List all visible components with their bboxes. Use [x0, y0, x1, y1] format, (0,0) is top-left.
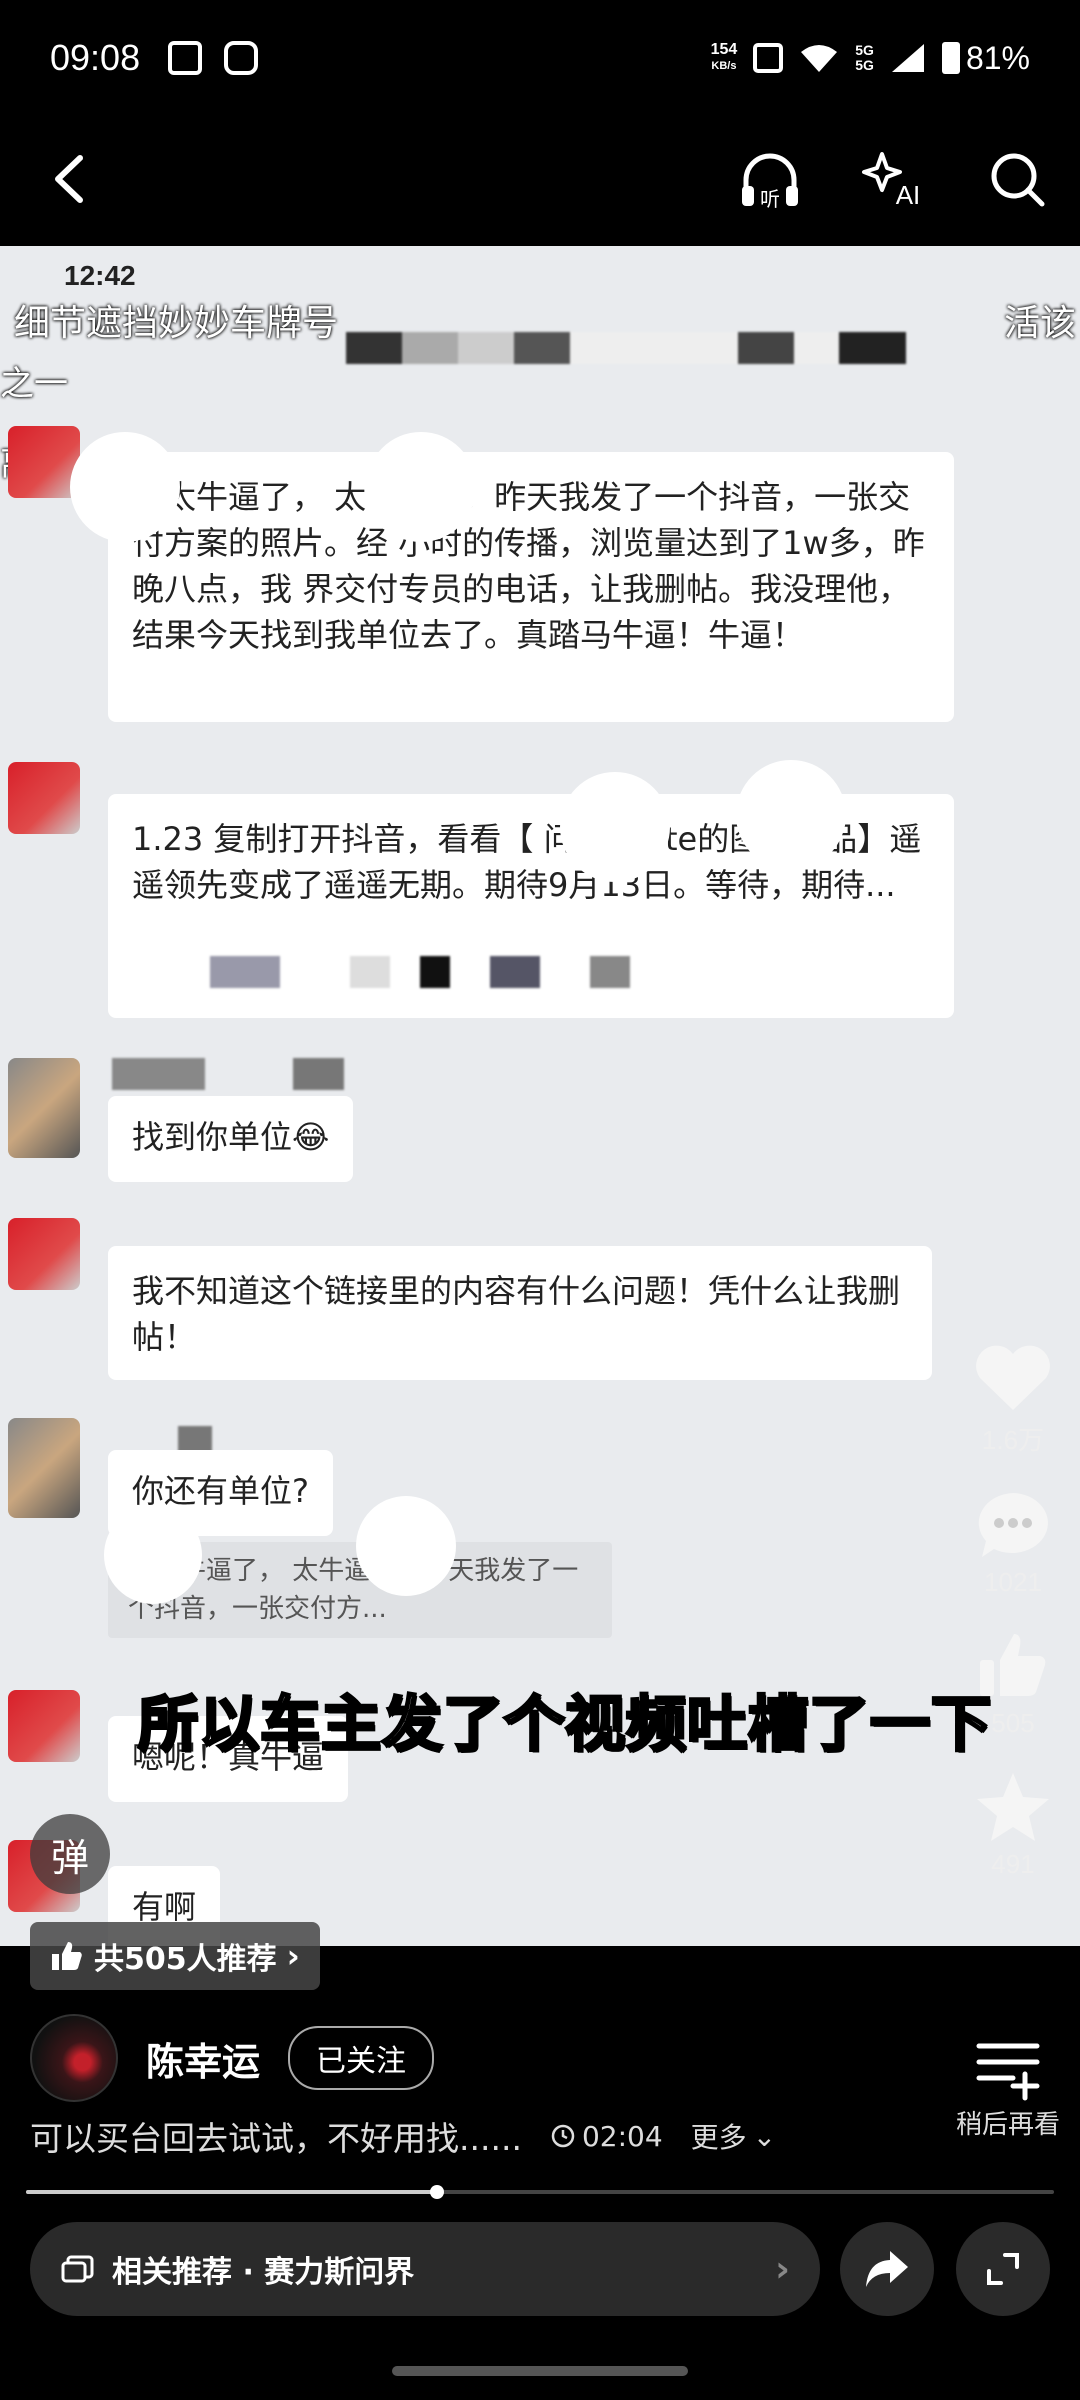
chat-message: 我不知道这个链接里的内容有什么问题！凭什么让我删帖！ — [108, 1246, 932, 1380]
recommend-count-chip[interactable]: 共505人推荐 › — [30, 1922, 320, 1990]
message-notification-icon — [168, 41, 203, 75]
author-name[interactable]: 陈幸运 — [146, 2031, 260, 2086]
chat-message: 找到你单位😂 — [108, 1096, 354, 1182]
avatar — [8, 1058, 80, 1158]
watch-later-label: 稍后再看 — [955, 2110, 1060, 2140]
progress-handle[interactable] — [430, 2185, 445, 2199]
blur-mask — [366, 432, 476, 542]
phone-sync-icon — [224, 41, 259, 75]
favorite-button[interactable]: 491 — [972, 1769, 1054, 1880]
svg-text:AI: AI — [896, 180, 921, 210]
fullscreen-button[interactable] — [956, 2222, 1050, 2316]
home-indicator[interactable] — [392, 2366, 688, 2376]
add-to-playlist-icon — [976, 2043, 1040, 2101]
video-duration: 02:04 — [581, 2119, 663, 2153]
video-subtitle-left: 细节遮挡妙妙车牌号 — [14, 303, 339, 344]
related-label: 相关推荐 · 赛力斯问界 — [112, 2255, 415, 2290]
avatar — [8, 1218, 80, 1290]
share-arrow-icon — [866, 2251, 908, 2287]
video-subtitle-left-2: 之一 — [0, 364, 68, 404]
network-speed: 154 KB/s — [710, 41, 738, 73]
blur-mask — [356, 1496, 456, 1596]
back-arrow-icon — [55, 155, 83, 203]
blur-mask — [560, 772, 670, 882]
playback-progress-bar[interactable] — [26, 2185, 1054, 2199]
progress-fill — [26, 2190, 438, 2194]
follow-button[interactable]: 已关注 — [288, 2026, 435, 2090]
recommend-chip-label: 共505人推荐 — [94, 1942, 277, 1977]
more-button[interactable]: 更多 ⌄ — [691, 2116, 776, 2156]
expand-icon — [987, 2253, 1019, 2285]
video-subtitle-right: 活该 — [1003, 303, 1076, 344]
share-button[interactable] — [840, 2222, 934, 2316]
battery-icon — [941, 42, 960, 74]
headphones-icon: 听 — [742, 153, 798, 211]
like-count: 1.6万 — [981, 1425, 1045, 1455]
battery: 81% — [941, 40, 1030, 77]
blur-mask — [736, 760, 846, 870]
video-inner-time: 12:42 — [64, 260, 136, 291]
video-caption: 所以车主发了个视频吐槽了一下 — [137, 1689, 993, 1762]
search-icon — [991, 153, 1045, 207]
thumbs-up-icon — [980, 1634, 1046, 1696]
author-avatar[interactable] — [30, 2014, 118, 2102]
avatar — [8, 1690, 80, 1762]
chevron-right-icon: › — [775, 2248, 790, 2290]
cellular-signal-icon — [891, 44, 924, 72]
chat-message: 为太牛逼了， 太牛逼了！昨天我发了一个抖音，一张交付方案的照片。经 小时的传播，… — [108, 452, 954, 722]
thumbs-up-icon — [52, 1942, 82, 1970]
status-bar: 09:08 154 KB/s 5G 5G 81% — [0, 0, 1080, 116]
video-player[interactable]: 12:42 细节遮挡妙妙车牌号 活该 之一 离谱 为太牛逼了， 太牛逼了！昨天我… — [0, 246, 1080, 1946]
top-navigation: 听 AI — [0, 116, 1080, 246]
wifi-icon — [801, 45, 838, 72]
chevron-down-icon: ⌄ — [752, 2119, 777, 2153]
comment-button[interactable]: 1021 — [972, 1487, 1054, 1598]
avatar — [8, 762, 80, 834]
action-column: 1.6万 1021 505 491 — [968, 1340, 1058, 1910]
author-row: 陈幸运 已关注 — [30, 2014, 435, 2102]
blurred-username — [112, 1058, 344, 1090]
blur-mask — [104, 1506, 202, 1604]
danmu-toggle-button[interactable]: 弹 — [30, 1814, 110, 1894]
recommend-count: 505 — [991, 1708, 1035, 1738]
video-description[interactable]: 可以买台回去试试，不好用找...... 02:04 更多 ⌄ — [30, 2112, 776, 2160]
back-button[interactable] — [40, 144, 100, 214]
search-button[interactable] — [984, 146, 1052, 214]
comment-count: 1021 — [984, 1567, 1042, 1597]
watch-later-button[interactable]: 稍后再看 — [956, 2034, 1060, 2141]
ai-button[interactable]: AI — [860, 146, 928, 214]
recommend-button[interactable]: 505 — [972, 1628, 1054, 1739]
signal-labels: 5G 5G — [855, 42, 874, 73]
nfc-icon — [753, 43, 784, 73]
listen-button[interactable]: 听 — [736, 146, 804, 214]
like-button[interactable]: 1.6万 — [972, 1340, 1054, 1457]
related-icon — [61, 2255, 94, 2283]
clock-icon — [551, 2124, 575, 2148]
blur-mask — [70, 432, 180, 542]
star-icon — [977, 1773, 1049, 1841]
chevron-right-icon: › — [286, 1937, 300, 1975]
ai-sparkle-icon: AI — [862, 152, 921, 210]
related-recommend-bar[interactable]: 相关推荐 · 赛力斯问界 › — [30, 2222, 820, 2316]
comment-icon — [978, 1493, 1048, 1557]
blurred-chat-title — [346, 332, 906, 364]
avatar — [8, 1418, 80, 1518]
svg-text:听: 听 — [760, 187, 780, 211]
status-time: 09:08 — [50, 37, 141, 78]
heart-icon — [976, 1345, 1050, 1410]
description-text: 可以买台回去试试，不好用找...... — [30, 2119, 522, 2158]
favorite-count: 491 — [991, 1849, 1035, 1879]
blurred-link — [210, 956, 710, 988]
